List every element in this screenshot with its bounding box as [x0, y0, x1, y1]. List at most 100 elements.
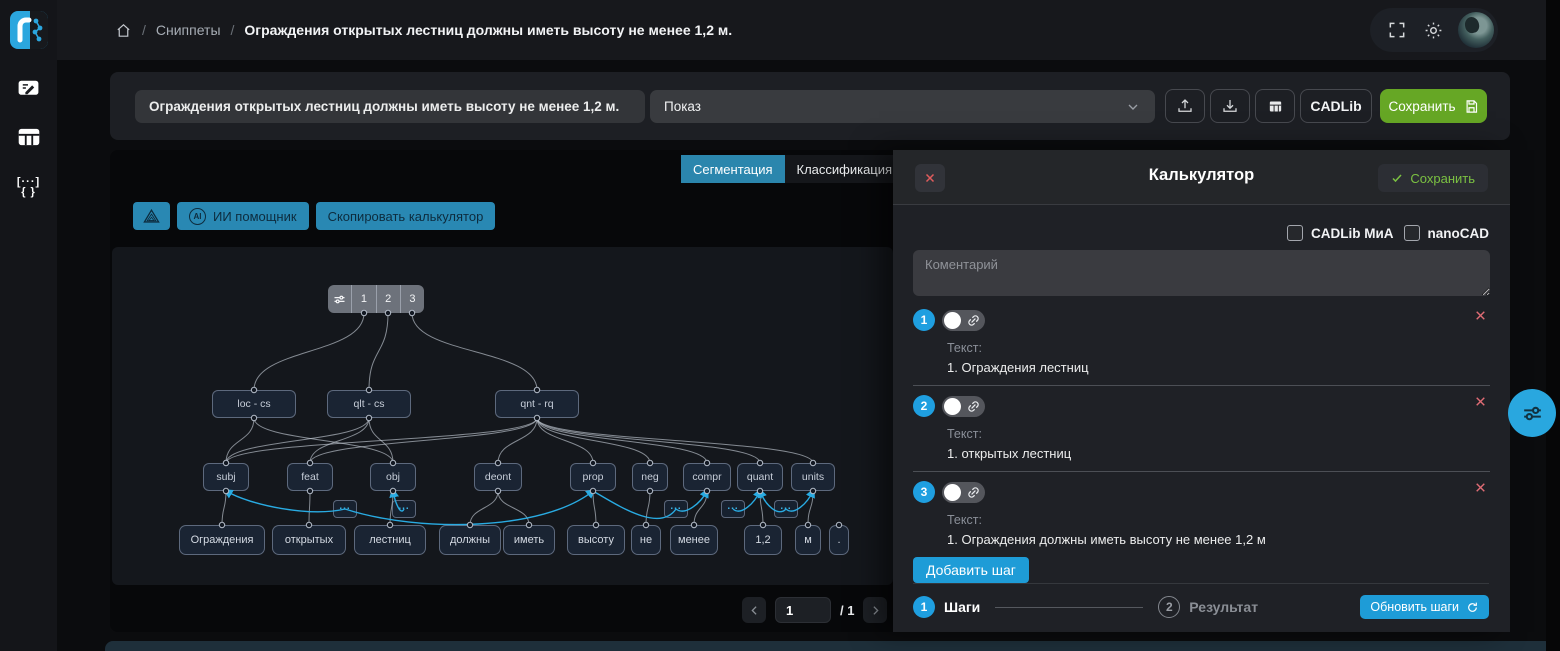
graph-node-subj[interactable]: subj [203, 463, 249, 491]
header-controls [1370, 8, 1498, 52]
graph-node-quant[interactable]: quant [737, 463, 783, 491]
graph-pagination: / 1 [742, 597, 887, 623]
add-step-button[interactable]: Добавить шаг [913, 557, 1029, 583]
copy-calculator-button[interactable]: Скопировать калькулятор [316, 202, 496, 230]
sidebar-item-snippets[interactable] [16, 74, 42, 100]
graph-node-m4[interactable]: ... [721, 500, 745, 518]
ai-assistant-button[interactable]: AI ИИ помощник [177, 202, 309, 230]
table-view-button[interactable] [1255, 89, 1295, 123]
graph-node-w11[interactable]: . [829, 525, 849, 555]
tab-segmentation[interactable]: Сегментация [681, 155, 785, 183]
view-mode-select[interactable]: Показ [650, 90, 1155, 123]
step-link-toggle[interactable] [942, 482, 985, 503]
graph-node-neg[interactable]: neg [632, 463, 668, 491]
graph-canvas[interactable]: 1 2 3 loc - cs qlt - cs qnt - rq subj feat ob… [112, 247, 893, 585]
step-delete-button[interactable] [1474, 395, 1490, 411]
refresh-steps-button[interactable]: Обновить шаги [1360, 595, 1489, 619]
step-text-value: 1. Ограждения должны иметь высоту не мен… [947, 532, 1490, 547]
download-icon [1221, 97, 1239, 115]
graph-root-node[interactable]: 1 2 3 [328, 285, 424, 313]
close-icon [1474, 309, 1487, 322]
save-icon [1464, 99, 1479, 114]
step-delete-button[interactable] [1474, 481, 1490, 497]
graph-node-m1[interactable]: ... [333, 500, 357, 518]
step-link-toggle[interactable] [942, 310, 985, 331]
save-button-label: Сохранить [1388, 99, 1455, 114]
stepper-step2-badge[interactable]: 2 [1158, 596, 1180, 618]
graph-node-compr[interactable]: compr [683, 463, 731, 491]
graph-node-w10[interactable]: м [795, 525, 821, 555]
graph-node-m5[interactable]: ... [774, 500, 798, 518]
step-number-badge: 2 [913, 395, 935, 417]
fullscreen-icon[interactable] [1386, 19, 1408, 41]
stepper-step1-label[interactable]: Шаги [944, 599, 980, 615]
save-button[interactable]: Сохранить [1380, 89, 1487, 123]
chevron-down-icon [1125, 99, 1141, 115]
sidebar-item-json[interactable]: [···] { } [16, 174, 42, 200]
root-variant-2[interactable]: 2 [376, 285, 400, 313]
view-mode-value: Показ [664, 99, 701, 114]
hierarchy-button[interactable] [133, 202, 170, 230]
root-variant-1[interactable]: 1 [351, 285, 375, 313]
next-page-button[interactable] [863, 597, 887, 623]
page-total: / 1 [840, 603, 854, 618]
graph-node-w5[interactable]: иметь [503, 525, 555, 555]
link-icon [964, 483, 982, 501]
theme-toggle-icon[interactable] [1422, 19, 1444, 41]
stepper-step1-badge[interactable]: 1 [913, 596, 935, 618]
graph-node-loc[interactable]: loc - cs [212, 390, 296, 418]
graph-node-w7[interactable]: не [631, 525, 661, 555]
graph-node-obj[interactable]: obj [370, 463, 416, 491]
step-text-label: Текст: [947, 427, 1490, 441]
toggle-knob [944, 484, 961, 501]
import-button[interactable] [1210, 89, 1250, 123]
graph-node-w1[interactable]: Ограждения [179, 525, 265, 555]
sidebar-item-tables[interactable] [16, 124, 42, 150]
step-link-toggle[interactable] [942, 396, 985, 417]
panel-save-label: Сохранить [1410, 171, 1475, 186]
graph-settings-fab[interactable] [1508, 389, 1556, 437]
graph-node-w2[interactable]: открытых [272, 525, 346, 555]
tab-classification[interactable]: Классификация [785, 155, 905, 183]
user-avatar[interactable] [1458, 12, 1494, 48]
graph-node-m2[interactable]: ... [392, 500, 416, 518]
graph-node-m3[interactable]: ... [664, 500, 688, 518]
graph-node-prop[interactable]: prop [570, 463, 616, 491]
graph-node-qnt[interactable]: qnt - rq [495, 390, 579, 418]
close-icon [1474, 395, 1487, 408]
app-logo[interactable] [10, 11, 48, 49]
graph-node-feat[interactable]: feat [287, 463, 333, 491]
panel-save-button[interactable]: Сохранить [1378, 164, 1488, 192]
comment-textarea[interactable] [913, 250, 1490, 296]
graph-node-w3[interactable]: лестниц [354, 525, 426, 555]
snippet-title-input[interactable] [135, 90, 645, 123]
graph-node-units[interactable]: units [791, 463, 835, 491]
sliders-icon [1520, 401, 1545, 426]
graph-node-w9[interactable]: 1,2 [744, 525, 782, 555]
link-icon [964, 397, 982, 415]
cadlib-mia-checkbox[interactable]: CADLib МиА [1287, 225, 1394, 241]
sidebar: [···] { } [0, 0, 57, 651]
link-icon [964, 311, 982, 329]
calc-step-2: 2 Текст: 1. открытых лестниц [913, 395, 1490, 472]
breadcrumb-section[interactable]: Сниппеты [156, 22, 221, 38]
export-button[interactable] [1165, 89, 1205, 123]
ai-assistant-label: ИИ помощник [213, 209, 297, 224]
root-variant-3[interactable]: 3 [400, 285, 424, 313]
home-icon[interactable] [115, 22, 132, 39]
copy-calculator-label: Скопировать калькулятор [328, 209, 484, 224]
calculator-panel: Калькулятор Сохранить CADLib МиА nanoCAD… [893, 150, 1510, 632]
nanocad-checkbox[interactable]: nanoCAD [1404, 225, 1490, 241]
graph-node-w4[interactable]: должны [439, 525, 501, 555]
graph-node-w6[interactable]: высоту [567, 525, 625, 555]
graph-node-w8[interactable]: менее [670, 525, 718, 555]
graph-node-qlt[interactable]: qlt - cs [327, 390, 411, 418]
cadlib-button[interactable]: CADLib [1300, 89, 1372, 123]
code-braces-icon: { } [21, 187, 36, 197]
prev-page-button[interactable] [742, 597, 766, 623]
graph-node-deont[interactable]: deont [474, 463, 522, 491]
step-delete-button[interactable] [1474, 309, 1490, 325]
chevron-right-icon [869, 604, 882, 617]
stepper-step2-label[interactable]: Результат [1189, 599, 1258, 615]
page-number-input[interactable] [775, 597, 831, 623]
